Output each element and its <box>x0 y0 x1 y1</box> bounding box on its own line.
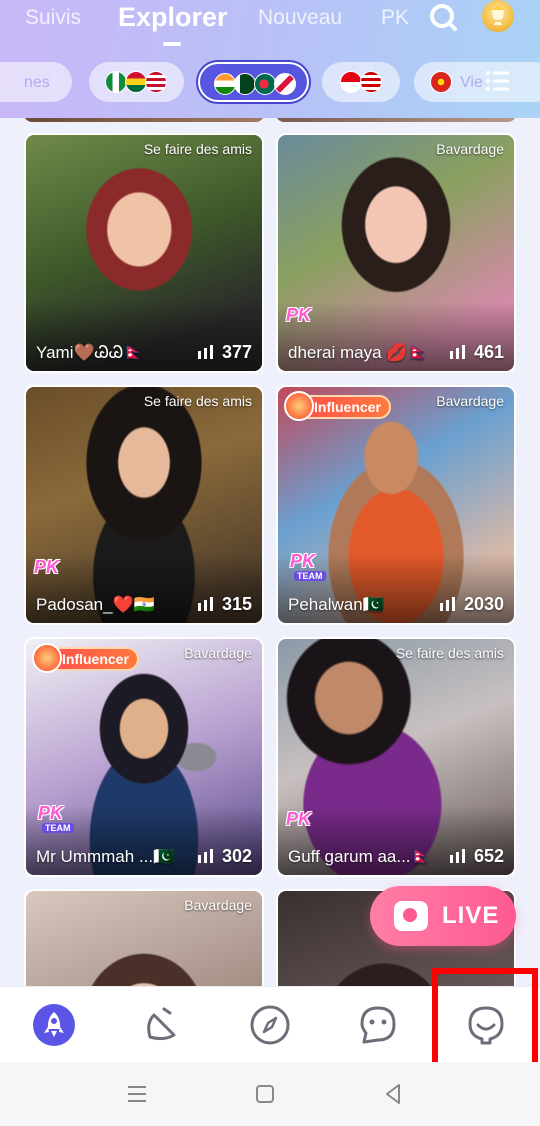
top-header: Suivis Explorer Nouveau PK nes Vie <box>0 0 540 118</box>
live-room-grid: Se faire des amis Yami🤎ᏊᏊ🇳🇵 377 Bavardag… <box>0 118 540 986</box>
home-icon[interactable] <box>251 1080 279 1108</box>
pk-team-badge-icon: PK TEAM <box>286 551 332 585</box>
usa-flag-icon <box>145 71 167 93</box>
tab-suivis[interactable]: Suivis <box>25 6 81 30</box>
pk-badge-icon: PK <box>286 305 312 325</box>
tab-pk[interactable]: PK <box>381 6 409 30</box>
tab-explorer[interactable]: Explorer <box>118 2 228 33</box>
system-navigation-bar <box>0 1062 540 1126</box>
back-icon[interactable] <box>379 1080 407 1108</box>
pk-badge-icon: PK <box>34 557 60 577</box>
viewer-count: 315 <box>197 594 252 615</box>
country-chip-label: nes <box>24 74 50 91</box>
streamer-name: Yami🤎ᏊᏊ🇳🇵 <box>36 343 145 362</box>
trophy-icon[interactable] <box>482 0 514 32</box>
signal-bars-icon <box>449 849 465 863</box>
search-icon[interactable] <box>427 2 459 34</box>
list-menu-icon[interactable] <box>484 67 512 95</box>
streamer-name: Padosan_❤️🇮🇳 <box>36 595 155 614</box>
active-tab-indicator <box>163 42 181 46</box>
india-flag-icon <box>214 73 236 95</box>
viewer-number: 652 <box>473 846 504 866</box>
viewer-number: 315 <box>221 594 252 614</box>
indonesia-flag-icon <box>340 71 362 93</box>
room-category: Bavardage <box>436 141 504 157</box>
party-hat-icon[interactable] <box>140 1003 184 1047</box>
influencer-label: Influencer <box>314 399 381 415</box>
nepal-flag-icon <box>274 73 296 95</box>
country-chip-label: Vie <box>460 74 483 91</box>
profile-icon[interactable] <box>464 1003 508 1047</box>
signal-bars-icon <box>197 597 213 611</box>
room-category: Se faire des amis <box>143 393 252 409</box>
chat-bubble-icon[interactable] <box>356 1003 400 1047</box>
live-room-card[interactable]: Se faire des amis Yami🤎ᏊᏊ🇳🇵 377 <box>24 133 264 373</box>
live-room-card[interactable]: Bavardage <box>24 889 264 986</box>
room-category: Se faire des amis <box>143 141 252 157</box>
live-room-card[interactable]: Influencer Bavardage PK TEAM Mr Ummmah ..… <box>24 637 264 877</box>
viewer-count: 302 <box>197 846 252 867</box>
viewer-count: 377 <box>197 342 252 363</box>
influencer-star-icon <box>32 643 62 673</box>
go-live-button[interactable]: LIVE <box>370 886 516 946</box>
influencer-badge: Influencer <box>284 391 391 421</box>
signal-bars-icon <box>197 849 213 863</box>
room-category: Bavardage <box>184 645 252 661</box>
team-badge-text: TEAM <box>294 571 326 581</box>
influencer-star-icon <box>284 391 314 421</box>
team-badge-text: TEAM <box>42 823 74 833</box>
vietnam-flag-icon <box>430 71 452 93</box>
influencer-label: Influencer <box>62 651 129 667</box>
live-room-card[interactable]: Bavardage PK dherai maya 💋🇳🇵 461 <box>276 133 516 373</box>
pakistan-flag-icon <box>234 73 256 95</box>
tab-bar: Suivis Explorer Nouveau PK <box>0 0 540 48</box>
room-category: Bavardage <box>184 897 252 913</box>
viewer-number: 2030 <box>463 594 504 614</box>
country-chip-south-asia[interactable] <box>198 62 309 102</box>
malaysia-flag-icon <box>360 71 382 93</box>
live-room-card[interactable]: Se faire des amis PK Padosan_❤️🇮🇳 315 <box>24 385 264 625</box>
viewer-number: 302 <box>221 846 252 866</box>
bottom-navigation <box>0 986 540 1062</box>
country-chip-vietnam[interactable]: Vie <box>414 62 540 102</box>
streamer-name: Mr Ummmah ...🇵🇰 <box>36 847 175 866</box>
viewer-count: 2030 <box>439 594 504 615</box>
recent-apps-icon[interactable] <box>123 1080 151 1108</box>
pk-badge-icon: PK <box>286 809 312 829</box>
ghana-flag-icon <box>125 71 147 93</box>
viewer-count: 652 <box>449 846 504 867</box>
live-room-card[interactable]: Se faire des amis PK Guff garum aa...🇳🇵 … <box>276 637 516 877</box>
rocket-icon[interactable] <box>32 1003 76 1047</box>
influencer-badge: Influencer <box>32 643 139 673</box>
streamer-name: dherai maya 💋🇳🇵 <box>288 343 429 362</box>
viewer-number: 377 <box>221 342 252 362</box>
bangladesh-flag-icon <box>254 73 276 95</box>
country-chip-other[interactable]: nes <box>0 62 72 102</box>
go-live-label: LIVE <box>442 902 500 929</box>
room-category: Se faire des amis <box>395 645 504 661</box>
signal-bars-icon <box>449 345 465 359</box>
country-filter-bar: nes Vie <box>0 60 540 106</box>
nigeria-flag-icon <box>105 71 127 93</box>
country-chip-africa-us[interactable] <box>89 62 184 102</box>
viewer-count: 461 <box>449 342 504 363</box>
pk-team-badge-icon: PK TEAM <box>34 803 80 837</box>
room-category: Bavardage <box>436 393 504 409</box>
streamer-name: Guff garum aa...🇳🇵 <box>288 847 432 866</box>
signal-bars-icon <box>439 597 455 611</box>
compass-icon[interactable] <box>248 1003 292 1047</box>
signal-bars-icon <box>197 345 213 359</box>
previous-card-edge <box>276 118 516 122</box>
video-camera-icon <box>394 901 428 931</box>
streamer-name: Pehalwan🇵🇰 <box>288 595 384 614</box>
viewer-number: 461 <box>473 342 504 362</box>
country-chip-sea[interactable] <box>322 62 400 102</box>
previous-card-edge <box>24 118 264 122</box>
live-room-card[interactable]: Influencer Bavardage PK TEAM Pehalwan🇵🇰 2… <box>276 385 516 625</box>
tab-nouveau[interactable]: Nouveau <box>258 6 342 30</box>
